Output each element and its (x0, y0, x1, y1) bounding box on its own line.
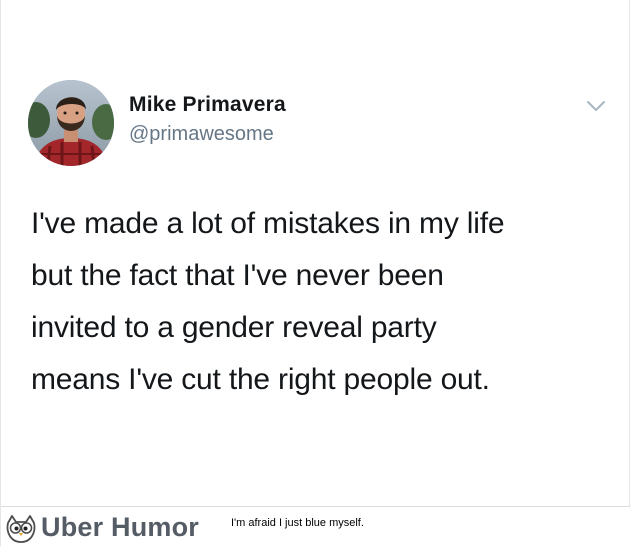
tweet-text-line: but the fact that I've never been (31, 259, 444, 292)
avatar[interactable] (28, 80, 114, 166)
owl-icon (4, 513, 38, 545)
tweet-text: I've made a lot of mistakes in my life b… (31, 198, 611, 406)
profile-photo (28, 80, 114, 166)
user-handle[interactable]: @primawesome (129, 120, 286, 148)
tweet-text-line: I've made a lot of mistakes in my life (31, 207, 505, 240)
brand-name: Uber Humor (41, 512, 200, 542)
user-info: Mike Primavera @primawesome (129, 92, 286, 148)
display-name[interactable]: Mike Primavera (129, 92, 286, 118)
image-frame: Mike Primavera @primawesome I've made a … (0, 0, 630, 546)
tweet-text-line: invited to a gender reveal party (31, 311, 437, 344)
tweet-text-line: means I've cut the right people out. (31, 363, 490, 396)
watermark-footer: Uber Humor I'm afraid I just blue myself… (1, 506, 630, 546)
tweet-card: Mike Primavera @primawesome I've made a … (1, 0, 630, 506)
chevron-down-icon[interactable] (585, 98, 607, 114)
image-caption: I'm afraid I just blue myself. (231, 517, 364, 529)
